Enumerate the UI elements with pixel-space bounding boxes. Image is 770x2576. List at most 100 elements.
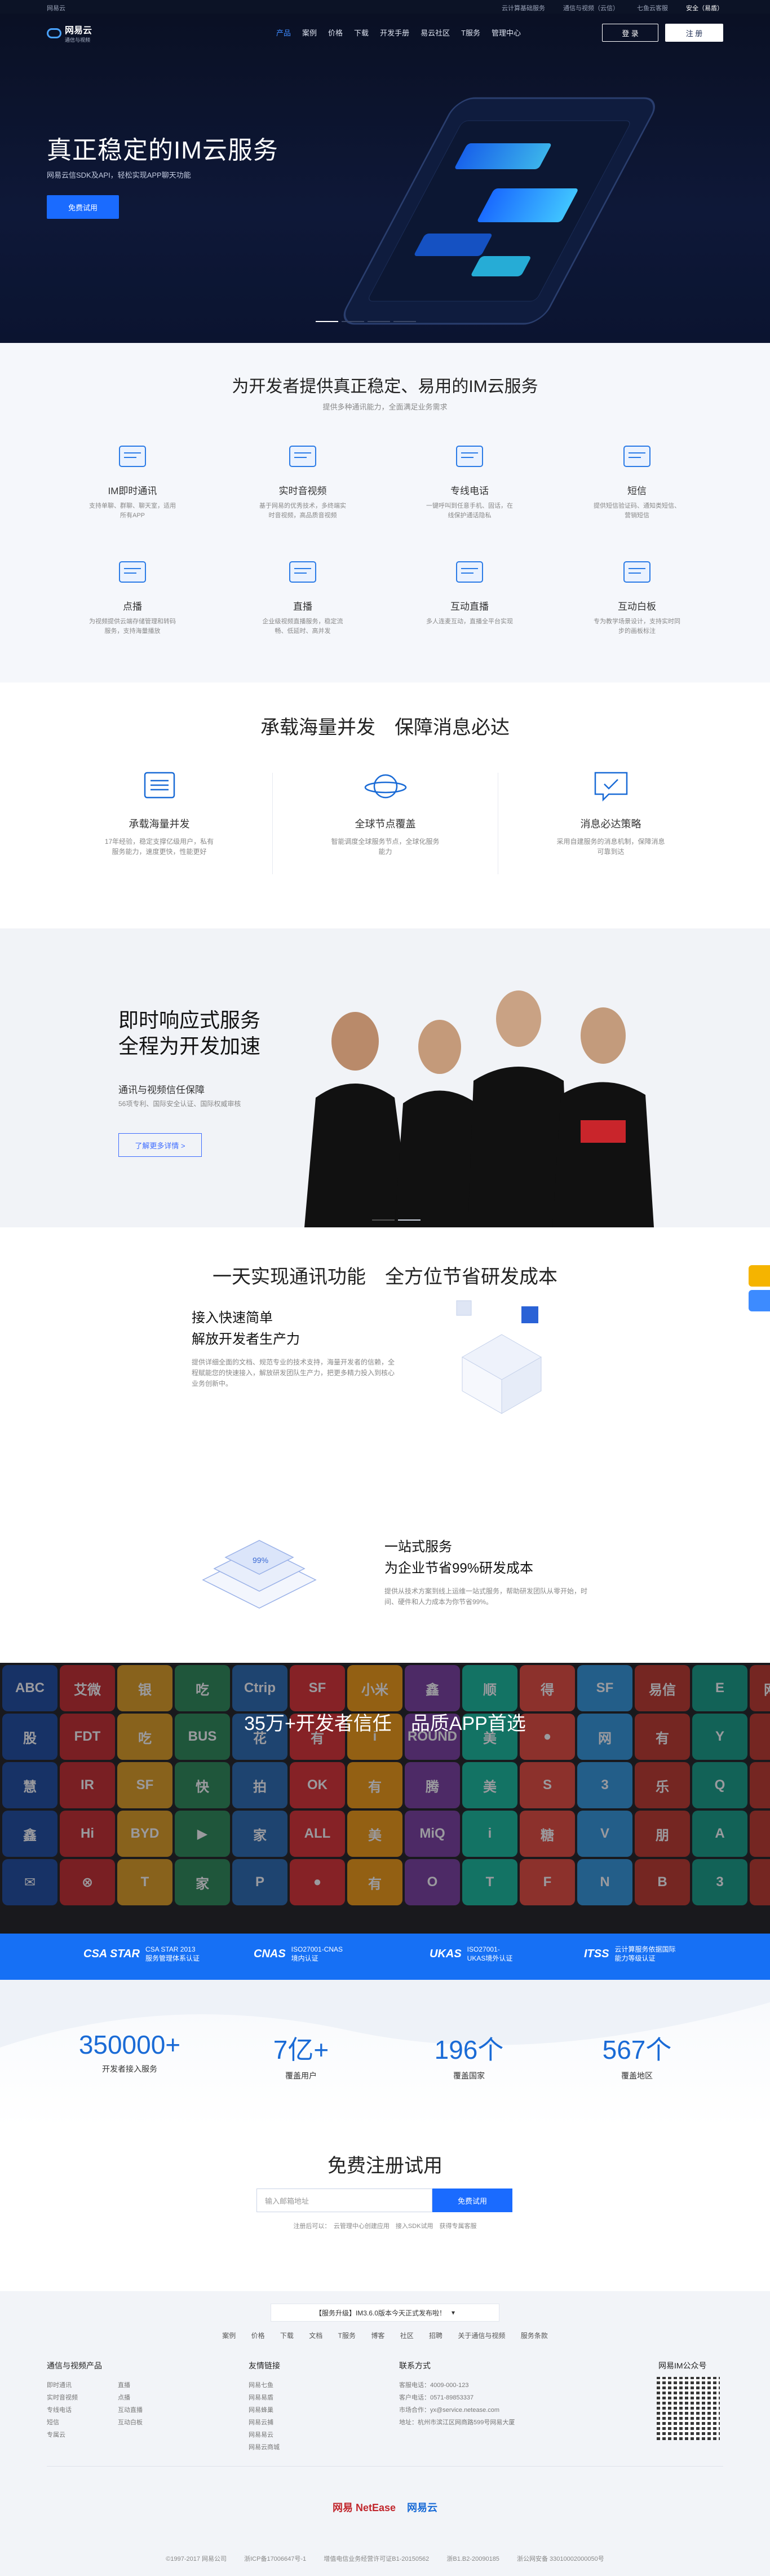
footer-list-item[interactable]: 网易七鱼 bbox=[249, 2379, 280, 2392]
footer-links: 案例 价格 下载 文档 T服务 博客 社区 招聘 关于通信与视频 服务条款 bbox=[0, 2331, 770, 2340]
register-button[interactable]: 注 册 bbox=[665, 24, 723, 42]
footer-list-item[interactable]: 网易易盾 bbox=[249, 2392, 280, 2404]
footer-link[interactable]: 文档 bbox=[309, 2332, 322, 2340]
footer-link[interactable]: 招聘 bbox=[429, 2332, 442, 2340]
carousel-dot[interactable] bbox=[398, 1219, 421, 1221]
side-phone-button[interactable] bbox=[749, 1290, 770, 1311]
logo[interactable]: 网易云 通信与视频 bbox=[47, 23, 92, 43]
top-link-qiyu[interactable]: 七鱼云客服 bbox=[637, 3, 668, 12]
carousel-dot[interactable] bbox=[342, 321, 364, 322]
footer-list-item[interactable]: 网易云捕 bbox=[249, 2416, 280, 2429]
cert-item: ITSS 云计算服务依据国际 能力等级认证 bbox=[584, 1945, 675, 1963]
carousel-dot[interactable] bbox=[368, 321, 390, 322]
footer-list-item[interactable]: 市场合作：yx@service.netease.com bbox=[399, 2404, 515, 2416]
notice-bar[interactable]: 【服务升级】IM3.6.0版本今天正式发布啦！ ▾ bbox=[271, 2304, 499, 2322]
footer-list-item[interactable]: 地址：杭州市滨江区网商路599号网易大厦 bbox=[399, 2416, 515, 2429]
footer-list-item[interactable]: 即时通讯 bbox=[47, 2379, 118, 2392]
footer-list-item[interactable]: 互动直播 bbox=[118, 2404, 189, 2416]
service-name: 互动直播 bbox=[450, 601, 489, 612]
nav-item-docs[interactable]: 开发手册 bbox=[380, 27, 409, 38]
footer-link[interactable]: 社区 bbox=[400, 2332, 414, 2340]
notice-text: 【服务升级】IM3.6.0版本今天正式发布啦！ bbox=[315, 2309, 446, 2317]
top-bar-brand[interactable]: 网易云 bbox=[47, 3, 65, 12]
carousel-dot[interactable] bbox=[393, 321, 416, 322]
service-item[interactable]: 短信 提供短信验证码、通知类短信、营销短信 bbox=[581, 442, 693, 521]
footer-link[interactable]: 价格 bbox=[251, 2332, 265, 2340]
side-chat-button[interactable] bbox=[749, 1265, 770, 1287]
service-desc: 企业级视频直播服务，稳定流畅、低延时、高并发 bbox=[262, 618, 343, 635]
team-more-button[interactable]: 了解更多详情 > bbox=[118, 1133, 202, 1157]
top-link-security[interactable]: 安全（易盾） bbox=[686, 3, 723, 12]
nav-item-download[interactable]: 下载 bbox=[354, 27, 369, 38]
hero-free-trial-button[interactable]: 免费试用 bbox=[47, 195, 119, 219]
nav-item-tservice[interactable]: T服务 bbox=[461, 27, 480, 38]
cert-line2: UKAS境外认证 bbox=[467, 1954, 513, 1962]
footer-logos: 网易 NetEase 网易云 bbox=[0, 2500, 770, 2515]
footer-link[interactable]: 下载 bbox=[280, 2332, 294, 2340]
main-nav: 网易云 通信与视频 产品 案例 价格 下载 开发手册 易云社区 T服务 管理中心… bbox=[0, 23, 770, 45]
footer-list-item[interactable]: 专线电话 bbox=[47, 2404, 118, 2416]
block1-title1: 接入快速简单 bbox=[192, 1310, 273, 1326]
service-item[interactable]: 点播 为视频提供云端存储管理和转码服务，支持海量播放 bbox=[76, 557, 189, 636]
nav-item-console[interactable]: 管理中心 bbox=[492, 27, 521, 38]
stat-value: 196个 bbox=[434, 2035, 504, 2064]
email-input[interactable]: 输入邮箱地址 bbox=[256, 2189, 432, 2212]
service-item[interactable]: 互动白板 专为教学场景设计，支持实时同步的画板标注 bbox=[581, 557, 693, 636]
top-link-compute[interactable]: 云计算基础服务 bbox=[502, 3, 545, 12]
service-item[interactable]: 实时音视频 基于网易的优秀技术，多终端实时音视频，高品质音视频 bbox=[246, 442, 359, 521]
stat-value: 567个 bbox=[602, 2035, 672, 2064]
icp-text[interactable]: 浙ICP备17006647号-1 bbox=[244, 2556, 306, 2562]
nav-item-community[interactable]: 易云社区 bbox=[421, 27, 450, 38]
footer-list-item[interactable]: 点播 bbox=[118, 2392, 189, 2404]
footer-list-item[interactable]: 网易云商城 bbox=[249, 2441, 280, 2454]
footer-col-title: 友情链接 bbox=[249, 2361, 280, 2370]
service-name: 直播 bbox=[293, 601, 312, 612]
service-desc: 专为教学场景设计，支持实时同步的画板标注 bbox=[594, 618, 680, 635]
service-item[interactable]: 直播企业级视频直播服务，稳定流畅、低延时、高并发 bbox=[246, 557, 359, 636]
stats-section: 350000+ 开发者接入服务 7亿+ 覆盖用户 196个 覆盖国家 567个 覆盖地区 bbox=[0, 1980, 770, 2128]
footer-link[interactable]: 博客 bbox=[371, 2332, 384, 2340]
reliability-item: 全球节点覆盖 智能调度全球服务节点，全球化服务能力 bbox=[291, 768, 480, 892]
netease-logo[interactable]: 网易 NetEase bbox=[333, 2500, 396, 2515]
footer-qr-col: 网易IM公众号 bbox=[658, 2360, 707, 2379]
team-title-line2: 全程为开发加速 bbox=[118, 1034, 261, 1058]
service-desc: 提供短信验证码、通知类短信、营销短信 bbox=[594, 503, 680, 519]
service-desc: 为视频提供云端存储管理和转码服务，支持海量播放 bbox=[89, 618, 176, 635]
stat-item: 350000+ 开发者接入服务 bbox=[62, 2029, 197, 2075]
service-item[interactable]: 互动直播 多人连麦互动，直播全平台实现 bbox=[413, 557, 526, 627]
footer-link[interactable]: 案例 bbox=[222, 2332, 236, 2340]
footer-list-item[interactable]: 直播 bbox=[118, 2379, 189, 2392]
footer-list-item[interactable]: 客服电话：4009-000-123 bbox=[399, 2379, 515, 2392]
service-item[interactable]: 专线电话 一键呼叫到任意手机、固话，在线保护通话隐私 bbox=[413, 442, 526, 521]
stat-label: 开发者接入服务 bbox=[102, 2064, 157, 2073]
footer-list-item[interactable]: 专属云 bbox=[47, 2429, 118, 2441]
footer-list-item[interactable]: 短信 bbox=[47, 2416, 118, 2429]
footer-link[interactable]: 关于通信与视频 bbox=[458, 2332, 505, 2340]
footer-link[interactable]: T服务 bbox=[338, 2332, 356, 2340]
netease-cloud-logo[interactable]: 网易云 bbox=[407, 2500, 437, 2515]
top-link-im[interactable]: 通信与视频（云信） bbox=[563, 3, 619, 12]
service-name: 实时音视频 bbox=[278, 486, 327, 496]
carousel-dot[interactable] bbox=[316, 321, 338, 322]
itss-icon: ITSS bbox=[584, 1947, 609, 1960]
login-button[interactable]: 登 录 bbox=[602, 24, 658, 42]
footer-list-item[interactable]: 网易易云 bbox=[249, 2429, 280, 2441]
cert-item: UKAS ISO27001- UKAS境外认证 bbox=[430, 1945, 512, 1963]
nav-item-cases[interactable]: 案例 bbox=[302, 27, 317, 38]
nav-item-pricing[interactable]: 价格 bbox=[328, 27, 343, 38]
service-item[interactable]: IM即时通讯 支持单聊、群聊、聊天室，适用所有APP bbox=[76, 442, 189, 521]
police-record-text[interactable]: 浙公网安备 33010002000050号 bbox=[517, 2556, 604, 2562]
register-submit-button[interactable]: 免费试用 bbox=[432, 2189, 512, 2212]
chat-icon bbox=[119, 446, 146, 467]
team-title-line1: 即时响应式服务 bbox=[118, 1009, 261, 1032]
footer-list-item[interactable]: 网易蜂巢 bbox=[249, 2404, 280, 2416]
cert-line2: 服务管理体系认证 bbox=[145, 1954, 200, 1962]
carousel-dot[interactable] bbox=[372, 1219, 395, 1221]
one-stop-block: 一站式服务 为企业节省99%研发成本 提供从技术方案到线上运维一站式服务，帮助研… bbox=[384, 1536, 587, 1608]
footer-link[interactable]: 服务条款 bbox=[521, 2332, 548, 2340]
footer-list-item[interactable]: 互动白板 bbox=[118, 2416, 189, 2429]
footer-list-item[interactable]: 客户电话：0571-89853337 bbox=[399, 2392, 515, 2404]
nav-item-products[interactable]: 产品 bbox=[276, 27, 291, 38]
cloud-logo-icon bbox=[47, 28, 61, 38]
footer-list-item[interactable]: 实时音视频 bbox=[47, 2392, 118, 2404]
